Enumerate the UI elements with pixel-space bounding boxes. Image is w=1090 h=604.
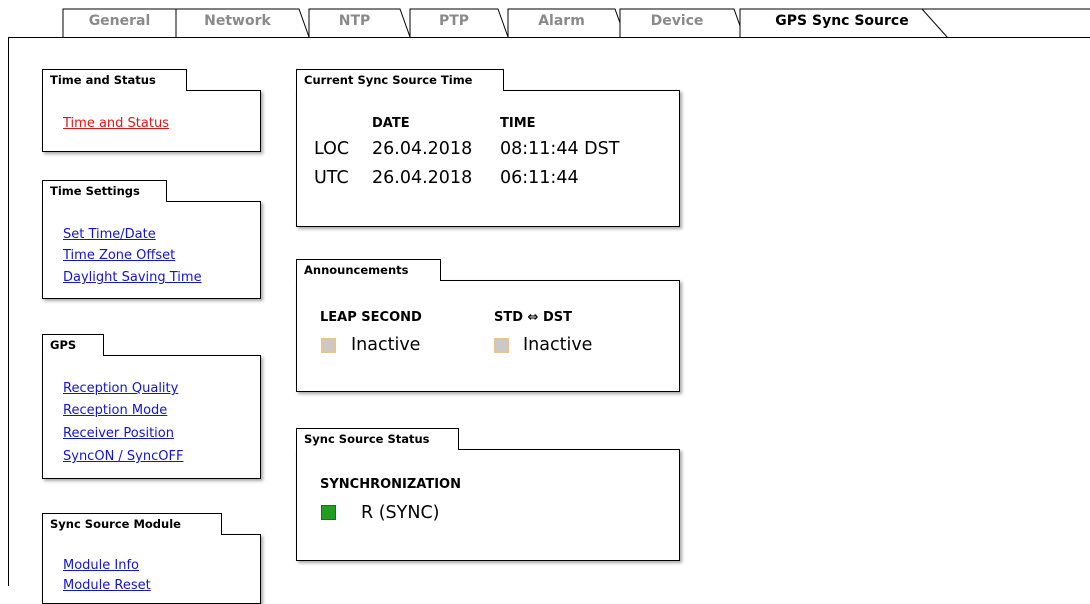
leap-second-label: LEAP SECOND (320, 310, 422, 325)
tab-ntp[interactable]: NTP (309, 13, 400, 29)
time-zone-offset-link[interactable]: Time Zone Offset (63, 248, 175, 263)
leap-second-indicator (321, 338, 336, 353)
std-dst-value: Inactive (523, 335, 593, 355)
sync-status-panel-title: Sync Source Status (296, 428, 459, 450)
tab-general[interactable]: General (63, 13, 176, 29)
time-status-panel-title: Time and Status (42, 69, 187, 91)
receiver-position-link[interactable]: Receiver Position (63, 426, 174, 441)
current-time-panel-title: Current Sync Source Time (296, 69, 504, 91)
sync-value: R (SYNC) (361, 503, 440, 523)
set-time-date-link[interactable]: Set Time/Date (63, 227, 156, 242)
tab-network[interactable]: Network (176, 13, 299, 29)
tab-device[interactable]: Device (620, 13, 734, 29)
leap-second-value: Inactive (351, 335, 421, 355)
loc-time: 08:11:44 DST (500, 139, 620, 159)
utc-time: 06:11:44 (500, 168, 579, 188)
utc-date: 26.04.2018 (372, 168, 473, 188)
sync-module-panel-title: Sync Source Module (42, 513, 222, 535)
reception-quality-link[interactable]: Reception Quality (63, 381, 178, 396)
tab-ptp[interactable]: PTP (410, 13, 498, 29)
std-dst-indicator (494, 338, 509, 353)
current-time-panel (296, 90, 680, 227)
syncon-syncoff-link[interactable]: SyncON / SyncOFF (63, 449, 183, 464)
tab-bar: General Network NTP PTP Alarm Device GPS… (0, 0, 1090, 38)
time-settings-panel-title: Time Settings (42, 180, 167, 202)
loc-date: 26.04.2018 (372, 139, 473, 159)
date-header: DATE (372, 116, 410, 131)
gps-panel-title: GPS (42, 334, 104, 356)
sync-status-panel (296, 449, 680, 561)
sync-indicator (321, 505, 336, 520)
announcements-panel-title: Announcements (296, 259, 441, 281)
module-info-link[interactable]: Module Info (63, 558, 139, 573)
time-header: TIME (500, 116, 536, 131)
tab-gps-sync-source[interactable]: GPS Sync Source (744, 13, 940, 29)
time-and-status-link[interactable]: Time and Status (63, 116, 169, 131)
daylight-saving-time-link[interactable]: Daylight Saving Time (63, 270, 202, 285)
std-dst-label: STD ⇔ DST (494, 310, 572, 325)
reception-mode-link[interactable]: Reception Mode (63, 403, 167, 418)
utc-label: UTC (314, 168, 349, 188)
loc-label: LOC (314, 139, 350, 159)
tab-alarm[interactable]: Alarm (508, 13, 615, 29)
synchronization-label: SYNCHRONIZATION (320, 477, 461, 492)
